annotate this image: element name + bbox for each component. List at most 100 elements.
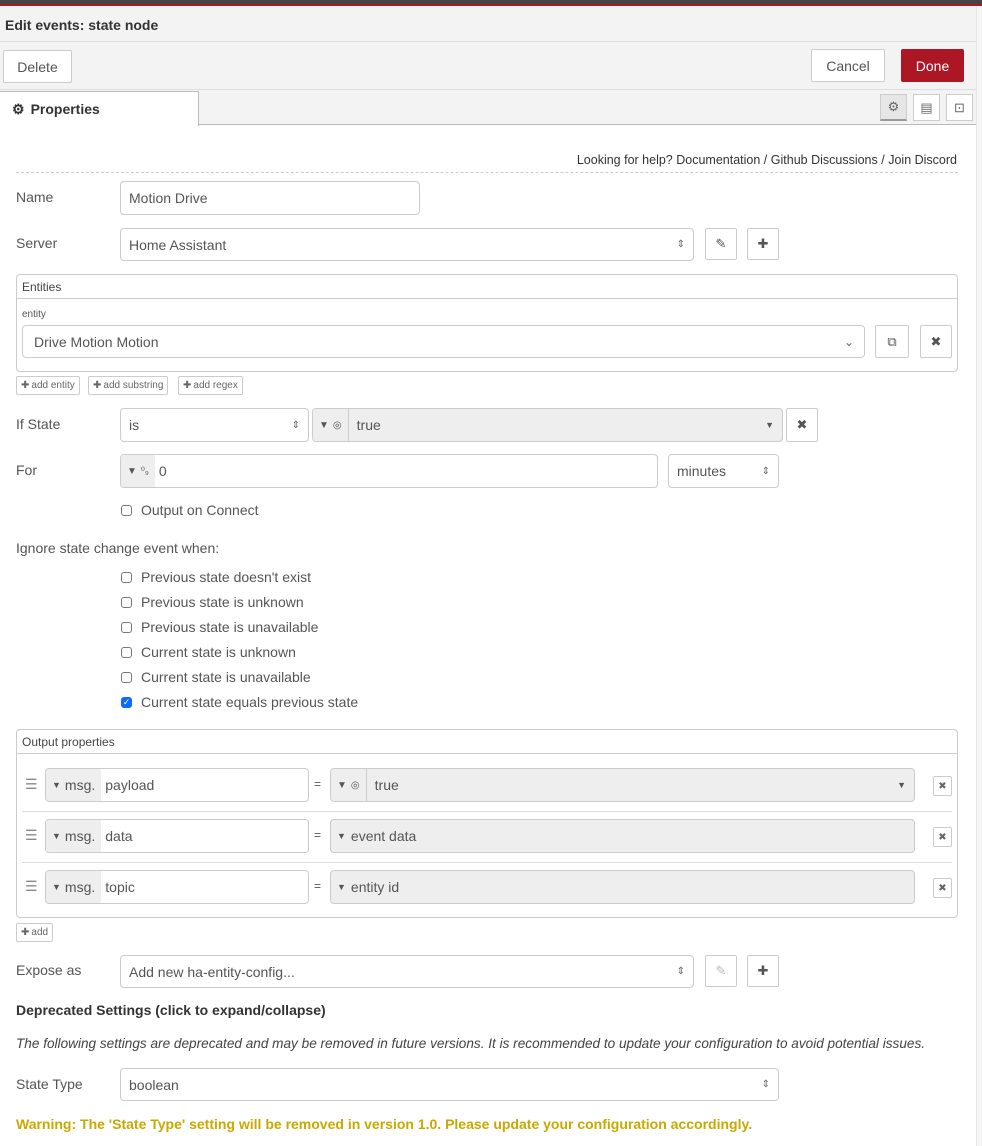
caret-down-icon: ▼	[337, 882, 346, 892]
add-entity-button[interactable]: ✚ add entity	[16, 376, 80, 395]
expose-value: Add new ha-entity-config...	[129, 963, 295, 980]
property-value: topic	[105, 879, 135, 895]
if-state-value: true	[356, 417, 381, 433]
caret-down-icon: ▼	[52, 780, 61, 790]
add-label: add	[31, 927, 49, 938]
documentation-link[interactable]: Documentation	[676, 153, 760, 167]
expose-label: Expose as	[16, 962, 82, 978]
ignore-option[interactable]: Previous state doesn't exist	[121, 569, 311, 585]
add-output-button[interactable]: ✚ add	[16, 923, 54, 942]
drag-handle-icon[interactable]: ☰	[25, 827, 38, 844]
plus-icon: ✚	[183, 380, 192, 391]
caret-down-icon: ▼	[765, 420, 774, 430]
ignore-option[interactable]: ✓ Current state equals previous state	[121, 694, 358, 710]
ignore-option[interactable]: Previous state is unavailable	[121, 619, 318, 635]
add-entity-label: add entity	[31, 380, 75, 391]
expose-select[interactable]: Add new ha-entity-config... ⇕	[120, 955, 694, 988]
value-text: entity id	[350, 879, 400, 895]
type-selector[interactable]: ▼ msg.	[46, 769, 102, 801]
cancel-button[interactable]: Cancel	[811, 49, 885, 82]
drag-handle-icon[interactable]: ☰	[25, 776, 38, 793]
units-value: minutes	[677, 463, 727, 479]
deprecated-heading[interactable]: Deprecated Settings (click to expand/col…	[16, 1002, 326, 1018]
add-substring-label: add substring	[103, 380, 164, 391]
type-selector[interactable]: ▼ ◎	[331, 769, 367, 801]
msg-prefix: msg.	[64, 777, 96, 793]
if-state-operator-select[interactable]: is ⇕	[120, 408, 309, 442]
output-on-connect-checkbox[interactable]: Output on Connect	[121, 502, 259, 518]
entity-label: entity	[22, 309, 46, 320]
tab-properties[interactable]: ⚙ Properties	[0, 91, 199, 126]
github-link[interactable]: Github Discussions	[771, 153, 878, 167]
value-input[interactable]: ▼ entity id	[330, 870, 915, 904]
property-input[interactable]: ▼ msg. topic	[45, 870, 309, 904]
for-label: For	[16, 462, 37, 478]
discord-link[interactable]: Join Discord	[888, 153, 957, 167]
edit-server-button[interactable]: ✎	[705, 228, 737, 260]
separator: /	[763, 153, 768, 167]
close-icon: ✖	[930, 333, 942, 349]
checkbox[interactable]	[121, 621, 132, 633]
property-value: data	[105, 828, 133, 844]
type-selector[interactable]: ▼ msg.	[46, 820, 102, 852]
for-value: 0	[158, 463, 167, 479]
remove-if-state-button[interactable]: ✖	[786, 408, 818, 442]
for-units-select[interactable]: minutes ⇕	[668, 454, 779, 488]
for-input[interactable]: ▼ ⁰₉ 0	[120, 454, 658, 488]
type-selector[interactable]: ▼ msg.	[46, 871, 102, 903]
type-selector[interactable]: ▼ ⁰₉	[121, 455, 155, 487]
state-type-select[interactable]: boolean ⇕	[120, 1068, 779, 1101]
plus-icon: ✚	[757, 236, 769, 251]
output-row: ☰ ▼ msg. topic = ▼ entity id ✖	[18, 862, 956, 913]
remove-entity-button[interactable]: ✖	[920, 325, 952, 358]
copy-entity-button[interactable]: ⧉	[875, 325, 909, 358]
remove-row-button[interactable]: ✖	[933, 878, 952, 898]
checkbox[interactable]	[121, 596, 132, 608]
checkbox-label: Current state equals previous state	[141, 694, 359, 710]
scrollbar[interactable]	[976, 6, 982, 1146]
done-button[interactable]: Done	[901, 49, 964, 82]
description-icon[interactable]: ▤	[913, 94, 940, 121]
server-select[interactable]: Home Assistant ⇕	[120, 228, 694, 261]
output-header: Output properties	[17, 730, 957, 754]
state-type-label: State Type	[16, 1076, 83, 1092]
checkbox[interactable]	[121, 504, 132, 516]
updown-icon: ⇕	[761, 465, 770, 477]
value-input[interactable]: ▼ event data	[330, 819, 915, 853]
value-text: event data	[350, 828, 417, 844]
appearance-icon[interactable]: ⊡	[946, 94, 973, 121]
value-input[interactable]: ▼ ◎ true ▼	[330, 768, 915, 802]
caret-down-icon: ▼	[319, 419, 329, 431]
deprecated-text: The following settings are deprecated an…	[16, 1036, 926, 1051]
equals-sign: =	[314, 777, 322, 791]
output-row: ☰ ▼ msg. data = ▼ event data ✖	[18, 811, 956, 862]
property-input[interactable]: ▼ msg. payload	[45, 768, 309, 802]
edit-expose-button[interactable]: ✎	[705, 955, 737, 987]
entity-select[interactable]: Drive Motion Motion ⌄	[22, 325, 865, 358]
checkbox[interactable]	[121, 646, 132, 658]
checkbox[interactable]	[121, 571, 132, 583]
remove-row-button[interactable]: ✖	[933, 827, 952, 847]
ignore-option[interactable]: Current state is unknown	[121, 644, 296, 660]
name-input[interactable]: Motion Drive	[120, 181, 420, 215]
ignore-option[interactable]: Current state is unavailable	[121, 669, 311, 685]
separator: /	[881, 153, 885, 167]
remove-row-button[interactable]: ✖	[933, 776, 952, 796]
property-input[interactable]: ▼ msg. data	[45, 819, 309, 853]
add-substring-button[interactable]: ✚ add substring	[88, 376, 169, 395]
updown-icon: ⇕	[676, 966, 685, 977]
output-row: ☰ ▼ msg. payload = ▼ ◎ true ▼ ✖	[18, 760, 956, 811]
ignore-option[interactable]: Previous state is unknown	[121, 594, 304, 610]
if-state-value-input[interactable]: ▼ ◎ true ▼	[312, 408, 783, 442]
drag-handle-icon[interactable]: ☰	[25, 878, 38, 895]
gear-icon[interactable]: ⚙	[880, 94, 907, 121]
delete-button[interactable]: Delete	[3, 50, 72, 83]
name-label: Name	[16, 189, 54, 205]
add-server-button[interactable]: ✚	[747, 228, 779, 260]
add-expose-button[interactable]: ✚	[747, 955, 779, 987]
checkbox[interactable]	[121, 671, 132, 683]
checkbox-checked[interactable]: ✓	[121, 696, 132, 708]
type-selector[interactable]: ▼ ◎	[313, 409, 349, 441]
add-regex-button[interactable]: ✚ add regex	[178, 376, 243, 395]
if-state-label: If State	[16, 416, 61, 432]
